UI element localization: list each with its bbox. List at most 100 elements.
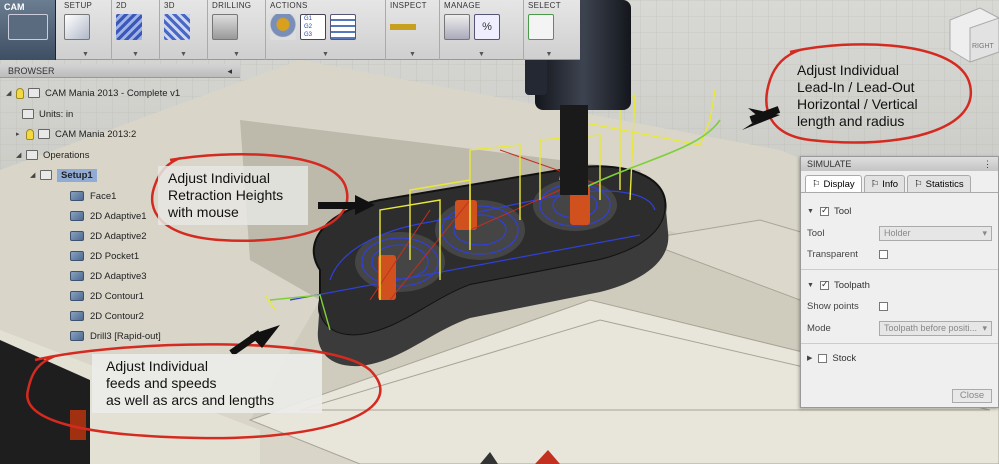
measure-icon[interactable] xyxy=(390,14,416,40)
collapse-triangle-icon[interactable]: ◢ xyxy=(16,151,26,159)
tool-section-header[interactable]: ▼ Tool xyxy=(807,201,992,221)
simulate-titlebar[interactable]: SIMULATE ⋮ xyxy=(801,157,998,171)
visibility-bulb-icon[interactable] xyxy=(26,128,34,140)
visibility-bulb-icon[interactable] xyxy=(16,87,24,99)
simulate-menu-icon[interactable]: ⋮ xyxy=(983,159,992,169)
expand-triangle-icon[interactable]: ▸ xyxy=(16,130,26,138)
select-dropdown-icon[interactable]: ▼ xyxy=(524,51,574,58)
new-setup-icon[interactable] xyxy=(64,14,90,40)
tree-item-2d-pocket1[interactable]: 2D Pocket1 xyxy=(70,247,139,265)
template-library-icon[interactable]: % xyxy=(474,14,500,40)
group-inspect[interactable]: INSPECT ▼ xyxy=(386,0,440,60)
display-tab-icon: ⚐ xyxy=(812,178,821,190)
mode-select-value: Toolpath before positi... xyxy=(884,322,978,333)
adaptive-op-icon xyxy=(70,211,84,221)
transparent-checkbox[interactable] xyxy=(879,249,888,259)
tree-label: Drill3 [Rapid-out] xyxy=(90,330,161,342)
toolpath-section-checkbox[interactable] xyxy=(819,279,829,290)
workspace-label: CAM xyxy=(4,2,25,12)
group-label-select: SELECT xyxy=(528,1,561,10)
setup-sheet-icon[interactable] xyxy=(330,14,356,40)
tree-label: 2D Contour1 xyxy=(90,290,144,302)
gcode-line-2: G2 xyxy=(304,24,313,30)
chevron-down-icon: ▾ xyxy=(982,322,987,333)
tree-item-drill3[interactable]: Drill3 [Rapid-out] xyxy=(70,327,161,345)
adaptive-op-icon xyxy=(70,231,84,241)
transparent-label: Transparent xyxy=(807,248,858,260)
tree-label: 2D Adaptive2 xyxy=(90,230,147,242)
tree-item-2d-adaptive3[interactable]: 2D Adaptive3 xyxy=(70,267,147,285)
3d-adaptive-icon[interactable] xyxy=(164,14,190,40)
tab-display[interactable]: ⚐ Display xyxy=(805,175,862,192)
section-expand-icon[interactable]: ▶ xyxy=(807,354,812,362)
contour-op-icon xyxy=(70,311,84,321)
annotation-feeds: Adjust Individual feeds and speeds as we… xyxy=(92,354,322,413)
group-drilling[interactable]: DRILLING ▼ xyxy=(208,0,266,60)
tab-info[interactable]: ⚐ Info xyxy=(863,175,906,192)
tab-label: Statistics xyxy=(925,178,964,190)
group-manage[interactable]: MANAGE % ▼ xyxy=(440,0,524,60)
group-2d[interactable]: 2D ▼ xyxy=(112,0,160,60)
inspect-dropdown-icon[interactable]: ▼ xyxy=(386,51,439,58)
actions-dropdown-icon[interactable]: ▼ xyxy=(266,51,385,58)
section-collapse-icon[interactable]: ▼ xyxy=(807,282,814,289)
tree-item-2d-adaptive1[interactable]: 2D Adaptive1 xyxy=(70,207,147,225)
tree-item-2d-contour1[interactable]: 2D Contour1 xyxy=(70,287,144,305)
tree-label: 2D Adaptive3 xyxy=(90,270,147,282)
workspace-switcher[interactable]: CAM xyxy=(0,0,56,60)
3d-dropdown-icon[interactable]: ▼ xyxy=(160,51,207,58)
tree-item-2d-adaptive2[interactable]: 2D Adaptive2 xyxy=(70,227,147,245)
mode-label: Mode xyxy=(807,322,831,334)
tree-item-units[interactable]: Units: in xyxy=(22,105,73,123)
stock-section-checkbox[interactable] xyxy=(818,353,828,363)
group-label-3d: 3D xyxy=(164,1,175,10)
annotation-line: feeds and speeds xyxy=(106,375,217,391)
info-tab-icon: ⚐ xyxy=(870,178,880,190)
group-setup[interactable]: SETUP ▼ xyxy=(60,0,112,60)
tree-item-component[interactable]: ▸ CAM Mania 2013:2 xyxy=(16,125,136,143)
tree-item-document[interactable]: ◢ CAM Mania 2013 - Complete v1 xyxy=(6,84,180,102)
manage-dropdown-icon[interactable]: ▼ xyxy=(440,51,523,58)
section-collapse-icon[interactable]: ▼ xyxy=(807,208,814,215)
tree-item-face1[interactable]: Face1 xyxy=(70,187,116,205)
tool-label: Tool xyxy=(807,227,825,239)
tool-section-checkbox[interactable] xyxy=(819,205,829,216)
tool-select[interactable]: Holder ▾ xyxy=(879,225,992,241)
drill-icon[interactable] xyxy=(212,14,238,40)
group-3d[interactable]: 3D ▼ xyxy=(160,0,208,60)
tree-item-setup1[interactable]: ◢ Setup1 xyxy=(30,166,97,184)
simulate-icon[interactable] xyxy=(270,14,296,40)
stock-section-header[interactable]: ▶ Stock xyxy=(807,348,992,368)
mode-select[interactable]: Toolpath before positi... ▾ xyxy=(879,320,992,336)
group-actions[interactable]: ACTIONS G1 G2 G3 ▼ xyxy=(266,0,386,60)
drilling-dropdown-icon[interactable]: ▼ xyxy=(208,51,265,58)
adaptive-op-icon xyxy=(70,271,84,281)
contour-op-icon xyxy=(70,291,84,301)
tree-label: 2D Adaptive1 xyxy=(90,210,147,222)
setup-dropdown-icon[interactable]: ▼ xyxy=(60,51,111,58)
tab-label: Display xyxy=(823,178,855,190)
2d-adaptive-icon[interactable] xyxy=(116,14,142,40)
browser-header[interactable]: BROWSER ◂ xyxy=(0,64,240,78)
tool-library-icon[interactable] xyxy=(444,14,470,40)
collapse-triangle-icon[interactable]: ◢ xyxy=(30,171,40,179)
tree-item-operations[interactable]: ◢ Operations xyxy=(16,146,89,164)
close-button[interactable]: Close xyxy=(952,389,992,403)
tab-statistics[interactable]: ⚐ Statistics xyxy=(907,175,971,192)
post-process-icon[interactable]: G1 G2 G3 xyxy=(300,14,326,40)
toolpath-section-header[interactable]: ▼ Toolpath xyxy=(807,275,992,295)
group-label-inspect: INSPECT xyxy=(390,1,427,10)
select-icon[interactable] xyxy=(528,14,554,40)
2d-dropdown-icon[interactable]: ▼ xyxy=(112,51,159,58)
browser-collapse-icon[interactable]: ◂ xyxy=(227,66,232,76)
collapse-triangle-icon[interactable]: ◢ xyxy=(6,89,16,97)
group-select[interactable]: SELECT ▼ xyxy=(524,0,574,60)
group-label-2d: 2D xyxy=(116,1,127,10)
group-label-manage: MANAGE xyxy=(444,1,481,10)
gcode-line-3: G3 xyxy=(304,32,313,38)
tree-item-2d-contour2[interactable]: 2D Contour2 xyxy=(70,307,144,325)
show-points-checkbox[interactable] xyxy=(879,301,888,311)
chevron-down-icon: ▾ xyxy=(982,227,987,238)
annotation-line: Adjust Individual xyxy=(168,170,270,186)
tree-label: 2D Contour2 xyxy=(90,310,144,322)
